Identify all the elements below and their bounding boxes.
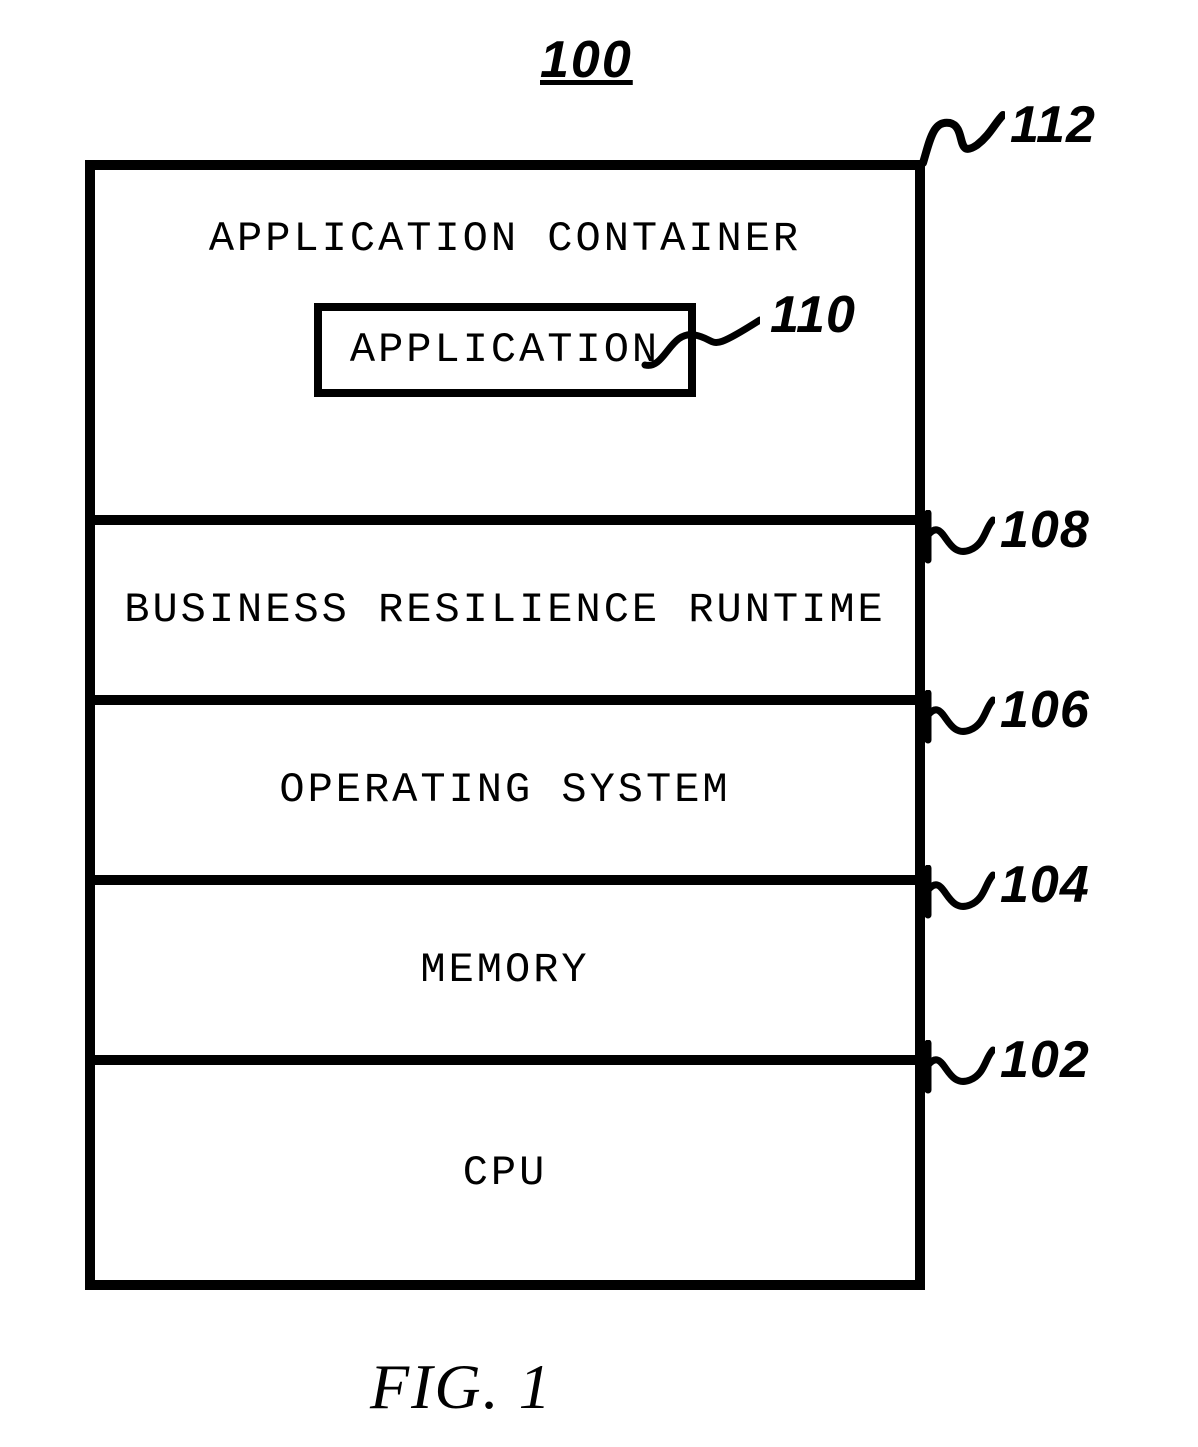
- reference-label-108: 108: [1000, 500, 1090, 560]
- layer-memory: MEMORY: [95, 875, 915, 1055]
- reference-label-104: 104: [1000, 855, 1090, 915]
- reference-label-106: 106: [1000, 680, 1090, 740]
- leader-line-112: [915, 105, 1005, 175]
- figure-caption: FIG. 1: [370, 1350, 553, 1424]
- layer-os-label: OPERATING SYSTEM: [279, 766, 730, 814]
- layer-cpu-label: CPU: [463, 1149, 548, 1197]
- reference-label-110: 110: [770, 285, 856, 345]
- reference-label-112: 112: [1010, 95, 1096, 155]
- leader-line-110: [640, 310, 760, 380]
- layer-application-container-label: APPLICATION CONTAINER: [209, 215, 801, 263]
- layer-brr-label: BUSINESS RESILIENCE RUNTIME: [124, 586, 886, 634]
- layer-mem-label: MEMORY: [420, 946, 589, 994]
- leader-line-106: [925, 690, 995, 745]
- layer-cpu: CPU: [95, 1055, 915, 1280]
- leader-line-108: [925, 510, 995, 565]
- box-application: APPLICATION: [314, 303, 696, 397]
- box-application-label: APPLICATION: [350, 326, 660, 374]
- leader-line-104: [925, 865, 995, 920]
- layer-operating-system: OPERATING SYSTEM: [95, 695, 915, 875]
- reference-label-102: 102: [1000, 1030, 1090, 1090]
- figure-reference-100: 100: [540, 30, 633, 90]
- layer-business-resilience-runtime: BUSINESS RESILIENCE RUNTIME: [95, 515, 915, 695]
- leader-line-102: [925, 1040, 995, 1095]
